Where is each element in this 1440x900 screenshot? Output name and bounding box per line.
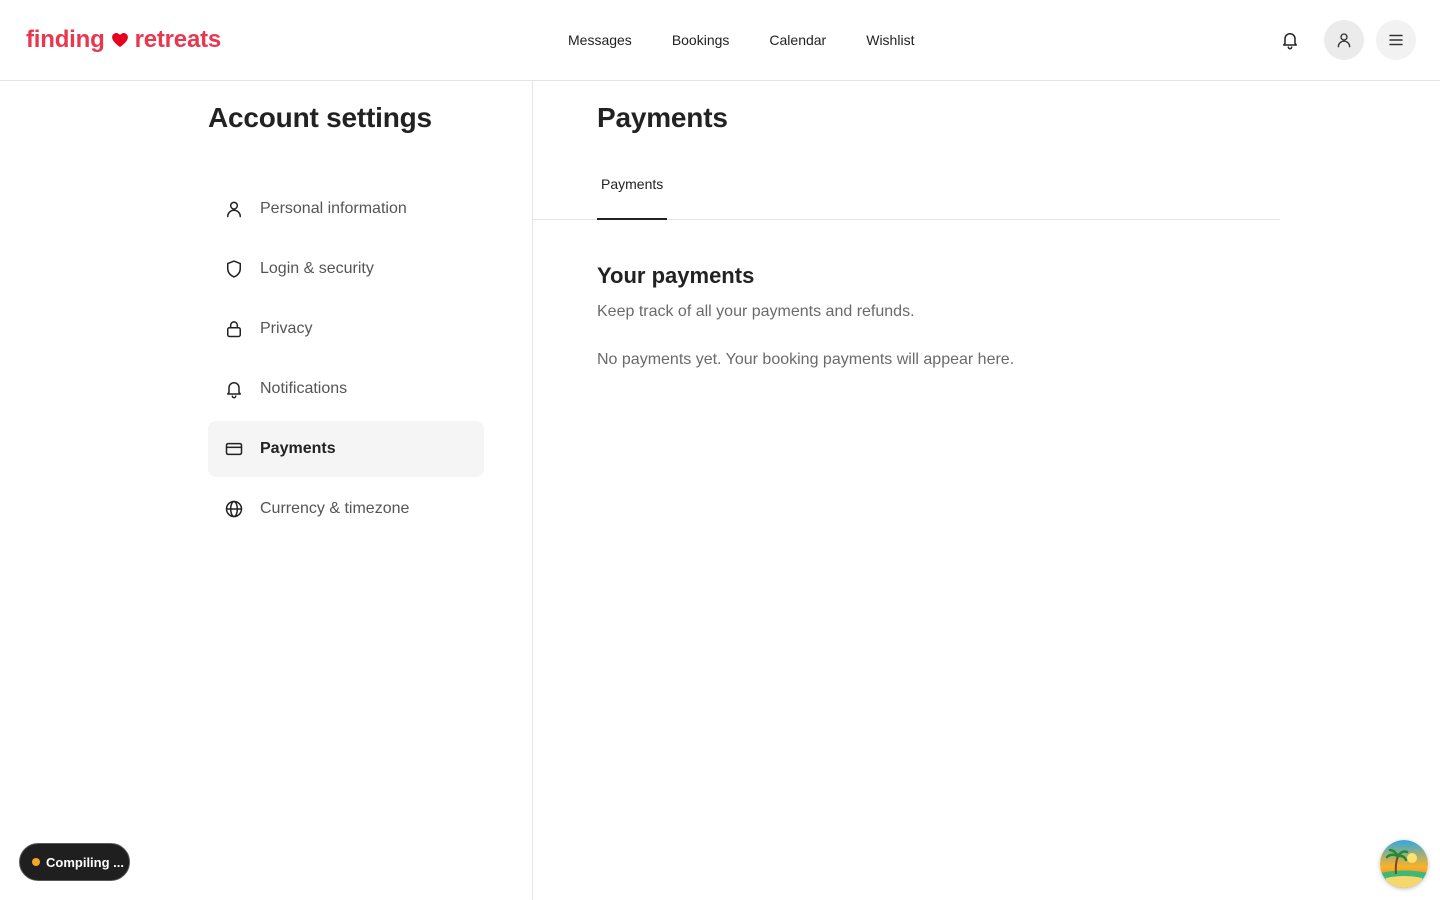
section-title: Your payments xyxy=(597,263,755,288)
shield-icon xyxy=(224,259,244,279)
sidebar-item-login-security[interactable]: Login & security xyxy=(208,241,484,297)
sidebar-item-privacy[interactable]: Privacy xyxy=(208,301,484,357)
tab-bar: Payments xyxy=(533,168,1280,220)
bell-icon xyxy=(1283,33,1297,50)
heart-icon xyxy=(111,32,128,48)
top-navigation-bar: finding retreats Messages Bookings Calen… xyxy=(0,0,1440,81)
assistant-avatar-button[interactable] xyxy=(1380,840,1428,888)
sidebar-item-personal-information[interactable]: Personal information xyxy=(208,181,484,237)
compile-status-badge[interactable]: Compiling ... xyxy=(19,843,130,881)
hamburger-icon xyxy=(1389,34,1403,46)
status-dot xyxy=(32,858,40,866)
beach-island-icon xyxy=(1380,840,1428,888)
page-title: Payments xyxy=(597,102,728,133)
nav-wishlist[interactable]: Wishlist xyxy=(846,24,934,56)
bell-icon xyxy=(224,379,244,399)
compile-status-label: Compiling ... xyxy=(46,854,124,870)
sidebar-item-notifications[interactable]: Notifications xyxy=(208,361,484,417)
nav-bookings[interactable]: Bookings xyxy=(652,24,750,56)
globe-icon xyxy=(224,499,244,519)
nav-calendar[interactable]: Calendar xyxy=(749,24,846,56)
tab-payments[interactable]: Payments xyxy=(597,168,668,220)
nav-messages[interactable]: Messages xyxy=(548,24,652,56)
sidebar-item-label: Payments xyxy=(260,440,336,457)
brand-logo[interactable]: finding retreats xyxy=(26,26,221,54)
profile-button[interactable] xyxy=(1324,20,1364,60)
sidebar-item-label: Currency & timezone xyxy=(260,500,410,517)
notifications-button[interactable] xyxy=(1270,20,1310,60)
sidebar-item-label: Notifications xyxy=(260,380,348,397)
primary-nav: Messages Bookings Calendar Wishlist xyxy=(548,0,934,80)
sidebar-title: Account settings xyxy=(208,102,432,133)
lock-icon xyxy=(224,319,244,339)
settings-menu: Personal information Login & security Pr… xyxy=(208,181,484,541)
sidebar-item-currency-timezone[interactable]: Currency & timezone xyxy=(208,481,484,537)
section-subtitle: Keep track of all your payments and refu… xyxy=(597,303,915,320)
sidebar-item-payments[interactable]: Payments xyxy=(208,421,484,477)
user-icon xyxy=(1337,33,1351,48)
empty-state-message: No payments yet. Your booking payments w… xyxy=(597,351,1015,368)
sidebar-item-label: Login & security xyxy=(260,260,374,277)
sidebar-item-label: Personal information xyxy=(260,200,407,217)
brand-name-left: finding xyxy=(26,26,105,53)
credit-card-icon xyxy=(224,439,244,459)
user-icon xyxy=(224,199,244,219)
brand-name-right: retreats xyxy=(134,26,222,53)
sidebar-item-label: Privacy xyxy=(260,320,313,337)
menu-button[interactable] xyxy=(1376,20,1416,60)
